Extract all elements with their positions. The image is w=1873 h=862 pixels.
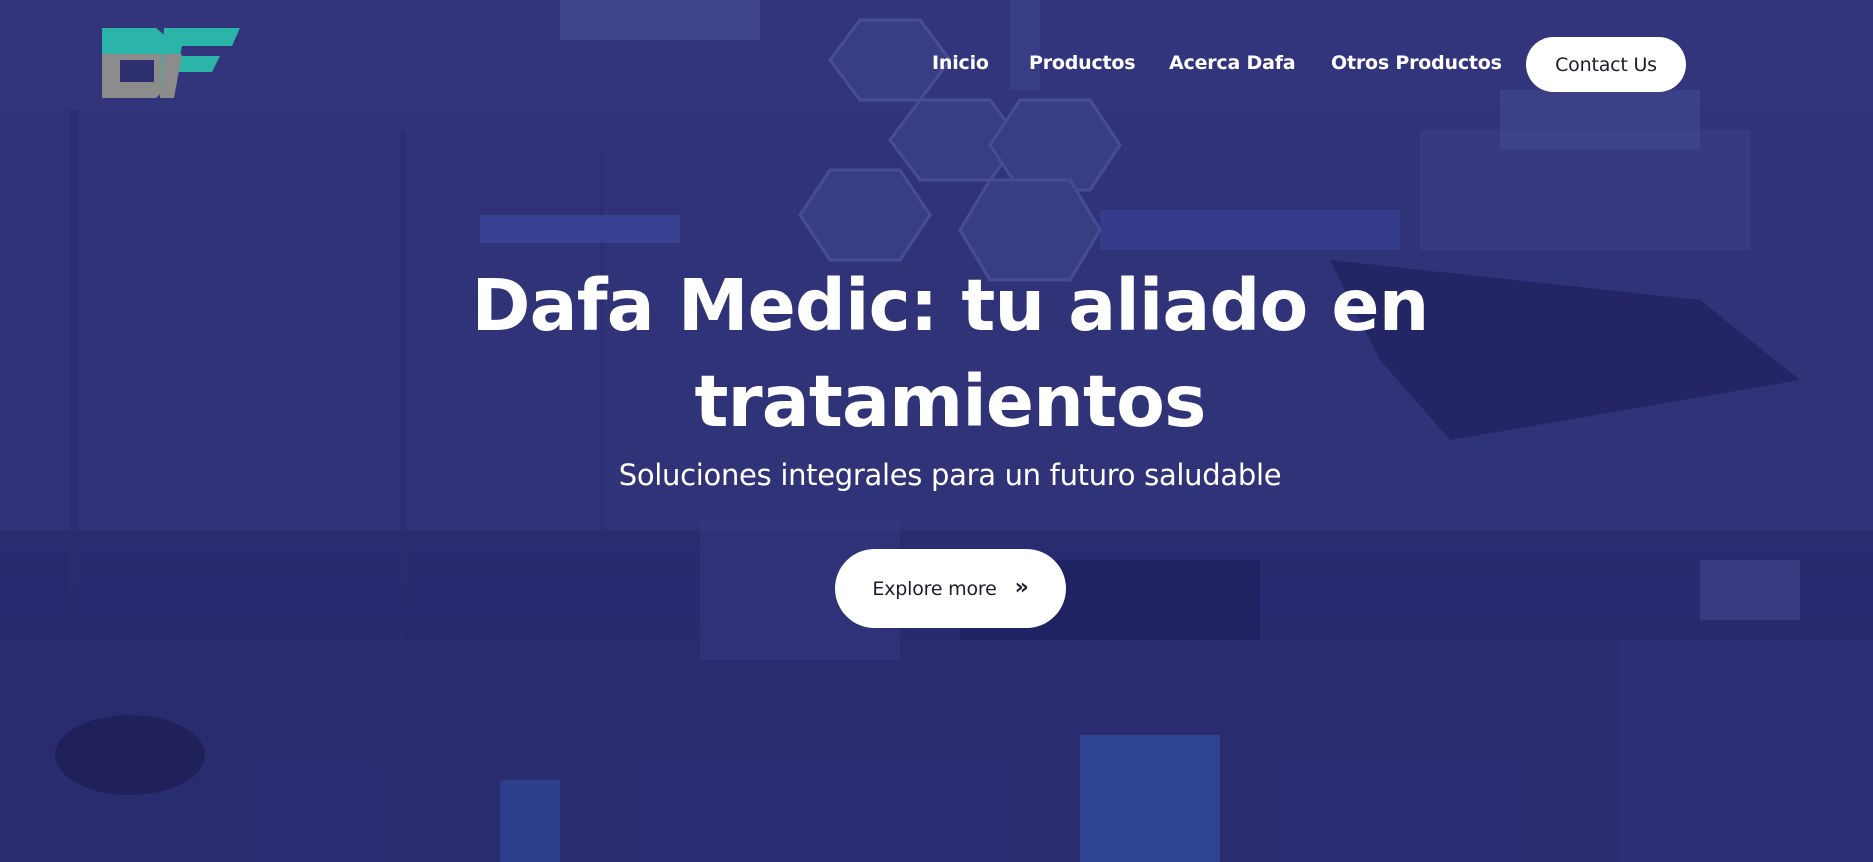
explore-more-button[interactable]: Explore more » <box>835 549 1066 628</box>
hero-title-line-1: Dafa Medic: tu aliado en <box>471 264 1429 347</box>
hero-subtitle: Soluciones integrales para un futuro sal… <box>618 458 1282 492</box>
nav-link-otros-productos[interactable]: Otros Productos <box>1331 52 1502 74</box>
contact-us-button[interactable]: Contact Us <box>1526 37 1686 92</box>
nav-link-productos[interactable]: Productos <box>1029 52 1136 74</box>
nav-link-acerca-dafa[interactable]: Acerca Dafa <box>1169 52 1296 74</box>
nav-link-inicio[interactable]: Inicio <box>932 52 989 74</box>
explore-more-label: Explore more <box>872 577 997 600</box>
hero-title: Dafa Medic: tu aliado en tratamientos <box>436 258 1464 450</box>
hero-title-line-2: tratamientos <box>694 360 1206 443</box>
double-chevron-right-icon: » <box>1014 574 1029 600</box>
